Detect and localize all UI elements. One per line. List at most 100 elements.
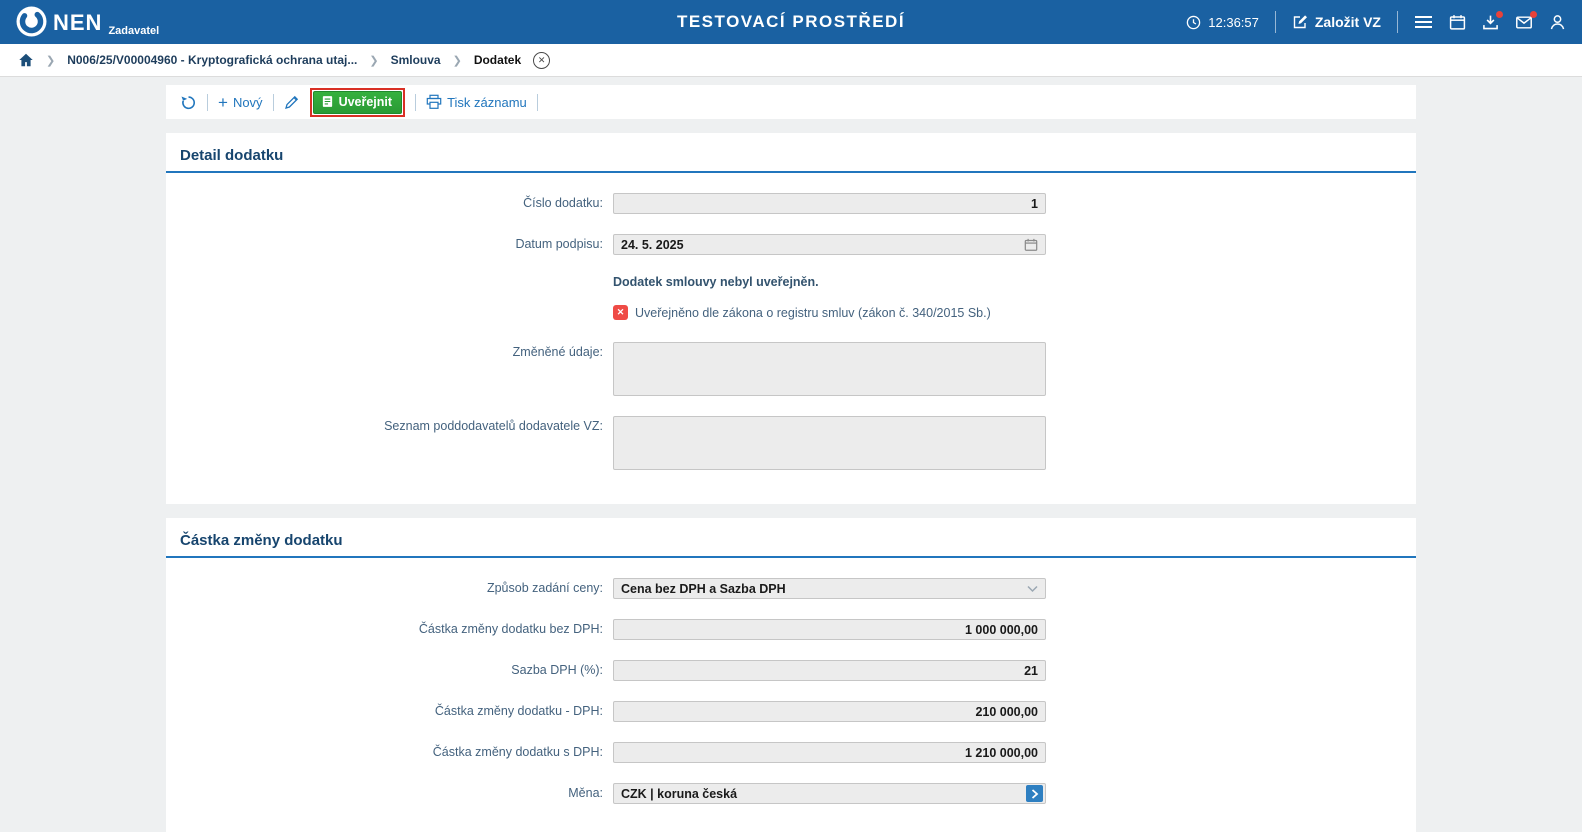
plus-icon: + bbox=[218, 94, 228, 111]
castka-zmeny-form: Způsob zadání ceny: Cena bez DPH a Sazba… bbox=[166, 558, 1416, 832]
zmenene-udaje-textarea[interactable] bbox=[613, 342, 1046, 396]
toolbar-separator bbox=[415, 94, 416, 111]
castka-dph-value: 210 000,00 bbox=[975, 705, 1038, 719]
red-x-icon: ✕ bbox=[613, 305, 628, 320]
form-row-sazba-dph: Sazba DPH (%): 21 bbox=[166, 660, 1416, 681]
close-tab-icon[interactable]: ✕ bbox=[533, 52, 550, 69]
download-badge bbox=[1496, 11, 1503, 18]
castka-dph-field[interactable]: 210 000,00 bbox=[613, 701, 1046, 722]
calendar-picker-icon[interactable] bbox=[1024, 238, 1038, 252]
castka-bez-dph-field[interactable]: 1 000 000,00 bbox=[613, 619, 1046, 640]
sazba-dph-field[interactable]: 21 bbox=[613, 660, 1046, 681]
form-row-datum-podpisu: Datum podpisu: 24. 5. 2025 bbox=[166, 234, 1416, 255]
form-row-zmenene-udaje: Změněné údaje: bbox=[166, 342, 1416, 396]
toolbar-separator bbox=[207, 94, 208, 111]
castka-dph-label: Částka změny dodatku - DPH: bbox=[166, 701, 613, 722]
record-toolbar: + Nový Uveřejnit Tisk záznamu bbox=[166, 85, 1416, 119]
form-row-seznam-poddodavatelu: Seznam poddodavatelů dodavatele VZ: bbox=[166, 416, 1416, 470]
mena-field[interactable]: CZK | koruna česká bbox=[613, 783, 1046, 804]
registr-smluv-checkbox[interactable]: ✕ Uveřejněno dle zákona o registru smluv… bbox=[613, 305, 991, 320]
form-row-registr-smluv: ✕ Uveřejněno dle zákona o registru smluv… bbox=[166, 305, 1416, 320]
castka-zmeny-panel: Částka změny dodatku Způsob zadání ceny:… bbox=[166, 518, 1416, 832]
sazba-dph-label: Sazba DPH (%): bbox=[166, 660, 613, 681]
form-row-cislo-dodatku: Číslo dodatku: 1 bbox=[166, 193, 1416, 214]
publish-button[interactable]: Uveřejnit bbox=[313, 91, 403, 114]
mena-label: Měna: bbox=[166, 783, 613, 804]
topbar-separator bbox=[1275, 11, 1276, 33]
edit-record-button[interactable] bbox=[284, 94, 300, 110]
notice-spacer bbox=[166, 275, 613, 289]
user-profile-button[interactable] bbox=[1549, 14, 1566, 31]
user-icon bbox=[1549, 14, 1566, 31]
pencil-icon bbox=[284, 94, 300, 110]
zpusob-zadani-select[interactable]: Cena bez DPH a Sazba DPH bbox=[613, 578, 1046, 599]
zmenene-udaje-label: Změněné údaje: bbox=[166, 342, 613, 363]
detail-dodatku-form: Číslo dodatku: 1 Datum podpisu: 24. 5. 2… bbox=[166, 173, 1416, 504]
detail-dodatku-panel: Detail dodatku Číslo dodatku: 1 Datum po… bbox=[166, 133, 1416, 504]
print-record-button[interactable]: Tisk záznamu bbox=[426, 94, 527, 110]
zpusob-zadani-label: Způsob zadání ceny: bbox=[166, 578, 613, 599]
form-row-notice: Dodatek smlouvy nebyl uveřejněn. bbox=[166, 275, 1416, 289]
breadcrumb-item-procurement[interactable]: N006/25/V00004960 - Kryptografická ochra… bbox=[67, 53, 357, 67]
new-button-label: Nový bbox=[233, 95, 263, 110]
datum-podpisu-field[interactable]: 24. 5. 2025 bbox=[613, 234, 1046, 255]
breadcrumb-item-smlouva[interactable]: Smlouva bbox=[391, 53, 441, 67]
cislo-dodatku-field[interactable]: 1 bbox=[613, 193, 1046, 214]
datum-podpisu-label: Datum podpisu: bbox=[166, 234, 613, 255]
time-value: 12:36:57 bbox=[1208, 15, 1259, 30]
cislo-dodatku-value: 1 bbox=[1031, 197, 1038, 211]
detail-dodatku-title: Detail dodatku bbox=[166, 133, 1416, 173]
chevron-down-icon bbox=[1027, 585, 1038, 593]
logo-text: NEN bbox=[53, 12, 102, 34]
form-row-castka-s-dph: Částka změny dodatku s DPH: 1 210 000,00 bbox=[166, 742, 1416, 763]
print-button-label: Tisk záznamu bbox=[447, 95, 527, 110]
seznam-poddodavatelu-label: Seznam poddodavatelů dodavatele VZ: bbox=[166, 416, 613, 437]
new-button[interactable]: + Nový bbox=[218, 94, 263, 111]
form-row-mena: Měna: CZK | koruna česká bbox=[166, 783, 1416, 804]
printer-icon bbox=[426, 94, 442, 110]
downloads-button[interactable] bbox=[1482, 14, 1499, 31]
toolbar-separator bbox=[537, 94, 538, 111]
hamburger-menu-icon bbox=[1414, 14, 1433, 30]
menu-button[interactable] bbox=[1414, 14, 1433, 30]
breadcrumb-chevron-icon: ❯ bbox=[46, 54, 55, 67]
nen-logo-icon bbox=[16, 6, 47, 37]
history-refresh-button[interactable] bbox=[180, 94, 197, 111]
castka-bez-dph-label: Částka změny dodatku bez DPH: bbox=[166, 619, 613, 640]
castka-s-dph-value: 1 210 000,00 bbox=[965, 746, 1038, 760]
publish-button-label: Uveřejnit bbox=[339, 95, 393, 109]
publish-button-highlight: Uveřejnit bbox=[310, 88, 406, 117]
home-icon[interactable] bbox=[18, 52, 34, 68]
castka-s-dph-field[interactable]: 1 210 000,00 bbox=[613, 742, 1046, 763]
messages-button[interactable] bbox=[1515, 14, 1533, 31]
arrow-right-icon bbox=[1031, 789, 1039, 799]
form-row-zpusob-zadani: Způsob zadání ceny: Cena bez DPH a Sazba… bbox=[166, 578, 1416, 599]
breadcrumb-chevron-icon: ❯ bbox=[369, 54, 378, 67]
breadcrumb: ❯ N006/25/V00004960 - Kryptografická och… bbox=[0, 44, 1582, 77]
calendar-button[interactable] bbox=[1449, 14, 1466, 31]
castka-zmeny-title: Částka změny dodatku bbox=[166, 518, 1416, 558]
sazba-dph-value: 21 bbox=[1024, 664, 1038, 678]
zpusob-zadani-value: Cena bez DPH a Sazba DPH bbox=[621, 582, 786, 596]
logo-subtitle: Zadavatel bbox=[108, 25, 159, 37]
create-vz-label: Založit VZ bbox=[1315, 14, 1381, 30]
server-time: 12:36:57 bbox=[1186, 15, 1259, 30]
edit-icon bbox=[1292, 14, 1308, 30]
mena-value: CZK | koruna česká bbox=[621, 787, 737, 801]
topbar-actions: 12:36:57 Založit VZ bbox=[1186, 11, 1566, 33]
publish-icon bbox=[321, 95, 334, 108]
seznam-poddodavatelu-textarea[interactable] bbox=[613, 416, 1046, 470]
calendar-icon bbox=[1449, 14, 1466, 31]
registr-smluv-label: Uveřejněno dle zákona o registru smluv (… bbox=[635, 306, 991, 320]
toolbar-separator bbox=[273, 94, 274, 111]
create-vz-button[interactable]: Založit VZ bbox=[1292, 14, 1381, 30]
mena-lookup-button[interactable] bbox=[1026, 785, 1043, 802]
nen-logo[interactable]: NEN Zadavatel bbox=[16, 6, 159, 39]
cislo-dodatku-label: Číslo dodatku: bbox=[166, 193, 613, 214]
breadcrumb-chevron-icon: ❯ bbox=[453, 54, 462, 67]
refresh-icon bbox=[180, 94, 197, 111]
clock-icon bbox=[1186, 15, 1201, 30]
castka-bez-dph-value: 1 000 000,00 bbox=[965, 623, 1038, 637]
topbar-separator bbox=[1397, 11, 1398, 33]
topbar: NEN Zadavatel TESTOVACÍ PROSTŘEDÍ 12:36:… bbox=[0, 0, 1582, 44]
